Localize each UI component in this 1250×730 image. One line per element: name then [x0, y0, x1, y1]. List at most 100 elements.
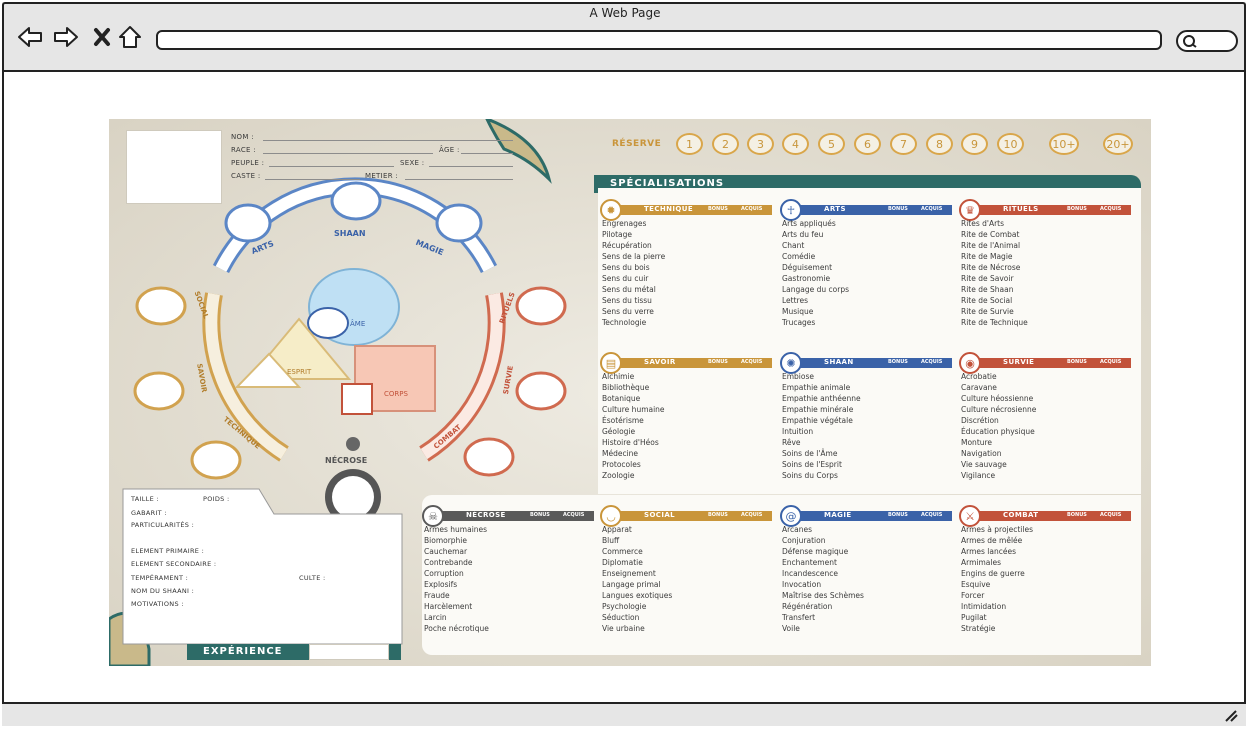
- skill-item: Maîtrise des Schèmes: [782, 591, 864, 600]
- acquis-column-label: ACQUIS: [1100, 206, 1122, 212]
- category-name: ARTS: [824, 205, 846, 213]
- skill-item: Zoologie: [602, 471, 635, 480]
- caste-field[interactable]: [265, 179, 360, 180]
- category-name: SOCIAL: [644, 511, 676, 519]
- nom-label: NOM :: [231, 133, 254, 141]
- peuple-label: PEUPLE :: [231, 159, 265, 167]
- skill-item: Incandescence: [782, 569, 838, 578]
- category-name: NÉCROSE: [466, 511, 506, 519]
- bonus-column-label: BONUS: [888, 359, 908, 365]
- skill-item: Stratégie: [961, 624, 996, 633]
- skill-item: Corruption: [424, 569, 464, 578]
- age-field[interactable]: [461, 153, 513, 154]
- metier-field[interactable]: [405, 179, 513, 180]
- skill-item: Diplomatie: [602, 558, 643, 567]
- age-label: ÂGE :: [439, 146, 460, 154]
- skill-item: Sens de la pierre: [602, 252, 666, 261]
- skill-item: Empathie anthéenne: [782, 394, 861, 403]
- category-rituels: RITUELS BONUS ACQUIS ♛ Rites d'Arts Rite de C…: [959, 199, 1133, 333]
- temperament-label: TEMPÉRAMENT :: [131, 574, 189, 582]
- skill-item: Alchimie: [602, 372, 635, 381]
- reserve-point[interactable]: 7: [890, 133, 917, 155]
- reserve-point[interactable]: 5: [818, 133, 845, 155]
- bonus-column-label: BONUS: [1067, 206, 1087, 212]
- skill-item: Sens du tissu: [602, 296, 652, 305]
- race-field[interactable]: [263, 153, 433, 154]
- skill-item: Culture nécrosienne: [961, 405, 1037, 414]
- skill-item: Histoire d'Héos: [602, 438, 659, 447]
- bonus-column-label: BONUS: [708, 206, 728, 212]
- skill-list: Apparat Bluff Commerce Diplomatie Enseigneme…: [602, 524, 672, 634]
- skill-item: Empathie minérale: [782, 405, 854, 414]
- skill-item: Soins de l'Âme: [782, 449, 838, 458]
- category-name: RITUELS: [1003, 205, 1039, 213]
- reserve-point[interactable]: 20+: [1103, 133, 1133, 155]
- category-combat: COMBAT BONUS ACQUIS ⚔ Armes à projectiles Arm…: [959, 505, 1133, 639]
- category-header: SURVIE BONUS ACQUIS: [973, 358, 1131, 368]
- skill-item: Explosifs: [424, 580, 458, 589]
- bonus-column-label: BONUS: [708, 512, 728, 518]
- reserve-point[interactable]: 9: [961, 133, 988, 155]
- reserve-point[interactable]: 10: [997, 133, 1024, 155]
- reserve-point[interactable]: 3: [747, 133, 774, 155]
- skill-item: Culture humaine: [602, 405, 665, 414]
- corps-label: CORPS: [384, 390, 408, 398]
- element-primaire-label: ELEMENT PRIMAIRE :: [131, 547, 205, 555]
- category-name: MAGIE: [824, 511, 852, 519]
- category-header: ARTS BONUS ACQUIS: [794, 205, 952, 215]
- experience-field[interactable]: [309, 644, 389, 660]
- skill-item: Bibliothèque: [602, 383, 650, 392]
- category-name: SAVOIR: [644, 358, 676, 366]
- skill-item: Musique: [782, 307, 814, 316]
- skill-item: Embiose: [782, 372, 814, 381]
- acquis-column-label: ACQUIS: [1100, 359, 1122, 365]
- acquis-column-label: ACQUIS: [741, 359, 763, 365]
- skill-item: Pilotage: [602, 230, 633, 239]
- skill-list: Rites d'Arts Rite de Combat Rite de l'Anim…: [961, 218, 1028, 328]
- skill-item: Intimidation: [961, 602, 1007, 611]
- skill-item: Caravane: [961, 383, 997, 392]
- skill-item: Rite de Social: [961, 296, 1013, 305]
- peuple-field[interactable]: [269, 166, 394, 167]
- skill-item: Rite de l'Animal: [961, 241, 1021, 250]
- motivations-label: MOTIVATIONS :: [131, 600, 184, 608]
- reserve-point[interactable]: 10+: [1049, 133, 1079, 155]
- category-social: SOCIAL BONUS ACQUIS ◡ Apparat Bluff Commerce Di…: [600, 505, 774, 639]
- skill-item: Ésotérisme: [602, 416, 644, 425]
- skill-item: Conjuration: [782, 536, 826, 545]
- category-header: COMBAT BONUS ACQUIS: [973, 511, 1131, 521]
- reserve-point[interactable]: 4: [782, 133, 809, 155]
- skill-list: Arts appliqués Arts du feu Chant Comédie Dég…: [782, 218, 849, 328]
- experience-label: EXPÉRIENCE: [203, 646, 283, 657]
- skill-item: Vie urbaine: [602, 624, 645, 633]
- skill-item: Langues exotiques: [602, 591, 673, 600]
- particularites-label: PARTICULARITÉS :: [131, 521, 195, 529]
- reserve-point[interactable]: 1: [676, 133, 703, 155]
- reserve-point[interactable]: 8: [926, 133, 953, 155]
- character-sheet-image: NOM : RACE : ÂGE : PEUPLE : SEXE : CASTE…: [109, 119, 1151, 666]
- reserve-point[interactable]: 6: [854, 133, 881, 155]
- category-shaan: SHAAN BONUS ACQUIS ✺ Embiose Empathie animale…: [780, 352, 954, 486]
- skill-item: Rite de Survie: [961, 307, 1014, 316]
- category-name: SURVIE: [1003, 358, 1035, 366]
- skill-item: Pugilat: [961, 613, 987, 622]
- bonus-column-label: BONUS: [708, 359, 728, 365]
- sexe-field[interactable]: [429, 166, 513, 167]
- skill-item: Acrobatie: [961, 372, 997, 381]
- skill-item: Psychologie: [602, 602, 647, 611]
- skill-item: Engrenages: [602, 219, 647, 228]
- resize-grip-icon[interactable]: [1224, 710, 1238, 722]
- skill-item: Enchantement: [782, 558, 837, 567]
- acquis-column-label: ACQUIS: [741, 206, 763, 212]
- nom-field[interactable]: [263, 140, 513, 141]
- skill-item: Rites d'Arts: [961, 219, 1005, 228]
- category-header: RITUELS BONUS ACQUIS: [973, 205, 1131, 215]
- skill-item: Sens du bois: [602, 263, 650, 272]
- skill-item: Armimales: [961, 558, 1001, 567]
- taille-label: TAILLE :: [131, 495, 159, 503]
- category-name: TECHNIQUE: [644, 205, 694, 213]
- skill-item: Voile: [782, 624, 800, 633]
- reserve-point[interactable]: 2: [712, 133, 739, 155]
- skill-item: Invocation: [782, 580, 822, 589]
- category-header: SHAAN BONUS ACQUIS: [794, 358, 952, 368]
